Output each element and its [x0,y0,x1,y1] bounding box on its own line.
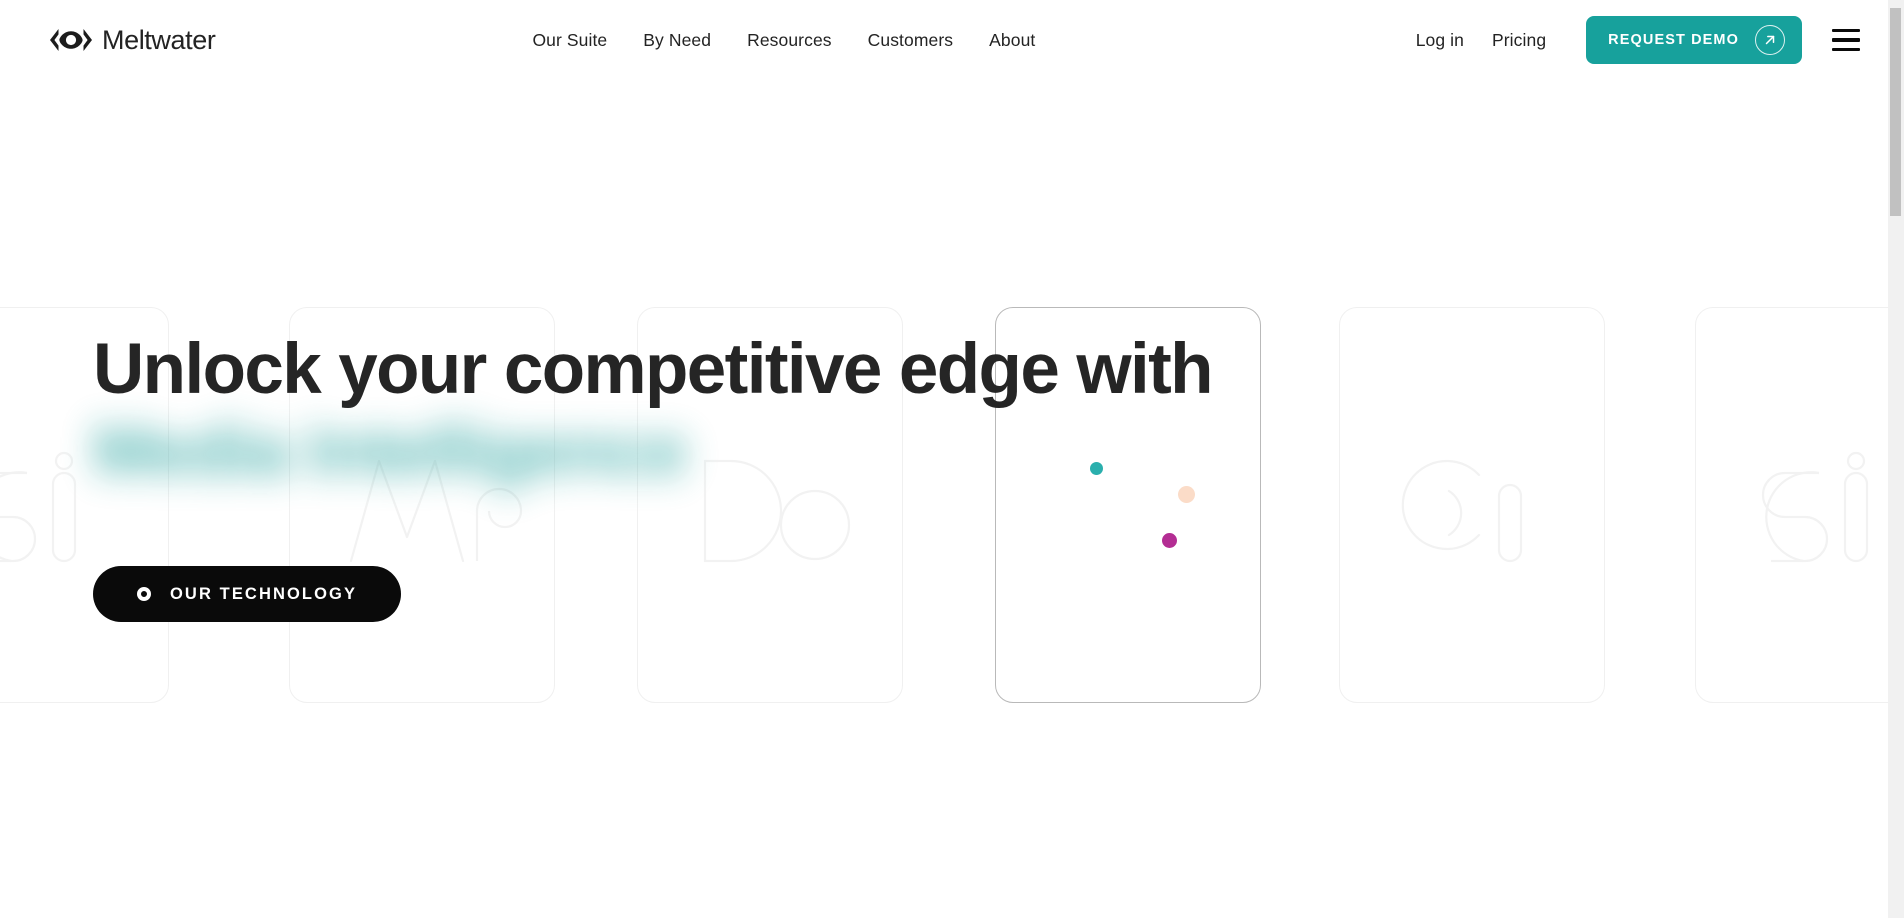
request-demo-button[interactable]: REQUEST DEMO [1586,16,1802,64]
nav-item-by-need[interactable]: By Need [625,22,729,59]
arrow-up-right-circle-icon [1755,25,1785,55]
hero-headline-line-1: Unlock your competitive edge with [93,330,1214,409]
dot-ring-icon [137,587,151,602]
nav-item-our-suite[interactable]: Our Suite [514,22,625,59]
nav-item-about[interactable]: About [971,22,1053,59]
hamburger-menu-icon[interactable] [1832,29,1860,51]
brand-logo[interactable]: Meltwater [48,24,216,55]
primary-nav: Our Suite By Need Resources Customers Ab… [514,22,1053,59]
page-scrollbar-track[interactable] [1888,0,1904,918]
hamburger-bar-1 [1832,29,1860,33]
page-scrollbar-thumb[interactable] [1890,8,1901,216]
background-card-5 [1695,307,1904,703]
nav-item-resources[interactable]: Resources [729,22,850,59]
teal-dot [1090,462,1103,475]
hero-content: Unlock your competitive edge with Media … [93,330,1293,623]
background-card-4 [1339,307,1605,703]
hero-headline-line-2-blurred: Media Intelligence [93,411,688,491]
page-root: Meltwater Our Suite By Need Resources Cu… [0,0,1904,918]
peach-dot [1178,486,1195,503]
nav-item-pricing[interactable]: Pricing [1478,22,1560,59]
hero-section: Unlock your competitive edge with Media … [0,0,1888,918]
ci-outline-glyph-icon [1367,445,1577,565]
request-demo-label: REQUEST DEMO [1608,32,1739,48]
our-technology-label: OUR TECHNOLOGY [170,584,358,603]
nav-item-log-in[interactable]: Log in [1402,22,1478,59]
top-navigation-bar: Meltwater Our Suite By Need Resources Cu… [0,0,1888,80]
magenta-dot [1162,533,1177,548]
eye-bracket-logo-icon [48,27,94,53]
hamburger-bar-2 [1832,38,1860,42]
nav-item-customers[interactable]: Customers [850,22,972,59]
our-technology-button[interactable]: OUR TECHNOLOGY [93,566,402,623]
brand-name: Meltwater [102,24,216,55]
hamburger-bar-3 [1832,47,1860,51]
si-outline-glyph-icon [1723,445,1904,565]
secondary-nav: Log in Pricing REQUEST DEMO [1402,16,1860,64]
